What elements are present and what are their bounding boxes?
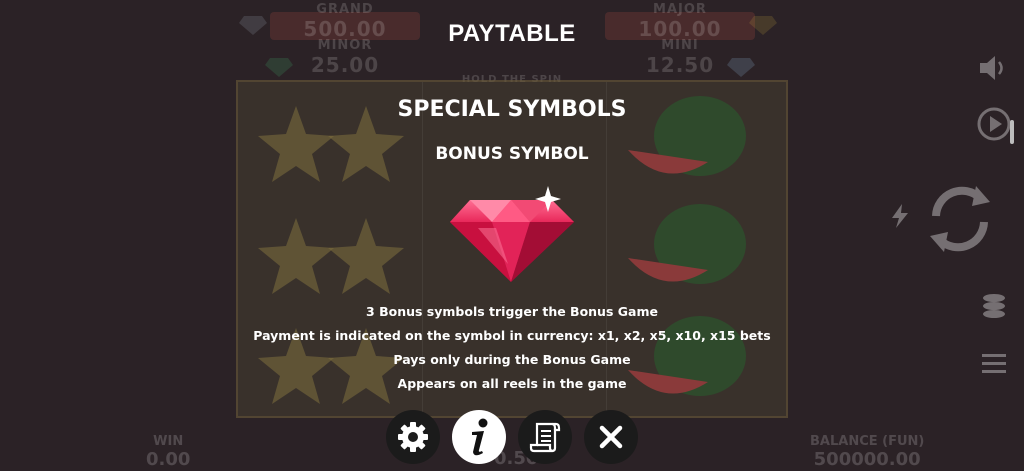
minor-gem-icon <box>265 58 293 77</box>
grand-jackpot-name: GRAND <box>316 2 374 17</box>
star-symbol <box>258 218 404 294</box>
major-jackpot-name: MAJOR <box>653 2 707 17</box>
win-label: WIN <box>153 434 184 449</box>
description-line: 3 Bonus symbols trigger the Bonus Game <box>366 304 658 319</box>
symbol-title: BONUS SYMBOL <box>435 144 589 164</box>
ruby-gem-icon <box>450 186 574 282</box>
balance-display: BALANCE (FUN) 500000.00 <box>810 434 924 470</box>
settings-button[interactable] <box>386 410 440 464</box>
description-line: Appears on all reels in the game <box>397 376 627 391</box>
close-icon <box>599 425 623 449</box>
balance-label: BALANCE (FUN) <box>810 434 925 449</box>
section-title: SPECIAL SYMBOLS <box>397 97 627 122</box>
scrollbar-thumb[interactable] <box>1010 120 1014 144</box>
close-button[interactable] <box>584 410 638 464</box>
balance-value: 500000.00 <box>813 449 921 470</box>
win-display: WIN 0.00 <box>146 434 190 470</box>
turbo-icon[interactable] <box>890 204 910 228</box>
win-value: 0.00 <box>146 449 191 470</box>
paytable-title: PAYTABLE <box>448 20 576 47</box>
gear-icon <box>398 422 428 452</box>
info-button[interactable] <box>452 410 506 464</box>
spin-icon[interactable] <box>922 176 998 262</box>
rules-button[interactable] <box>518 410 572 464</box>
description-line: Payment is indicated on the symbol in cu… <box>253 328 771 343</box>
scroll-icon <box>529 422 561 453</box>
symbol-description: 3 Bonus symbols trigger the Bonus Game P… <box>0 303 1024 399</box>
description-line: Pays only during the Bonus Game <box>393 352 631 367</box>
watermelon-symbol <box>628 204 746 284</box>
sound-icon[interactable] <box>978 54 1010 82</box>
mini-gem-icon <box>727 58 755 77</box>
info-icon <box>472 418 488 456</box>
